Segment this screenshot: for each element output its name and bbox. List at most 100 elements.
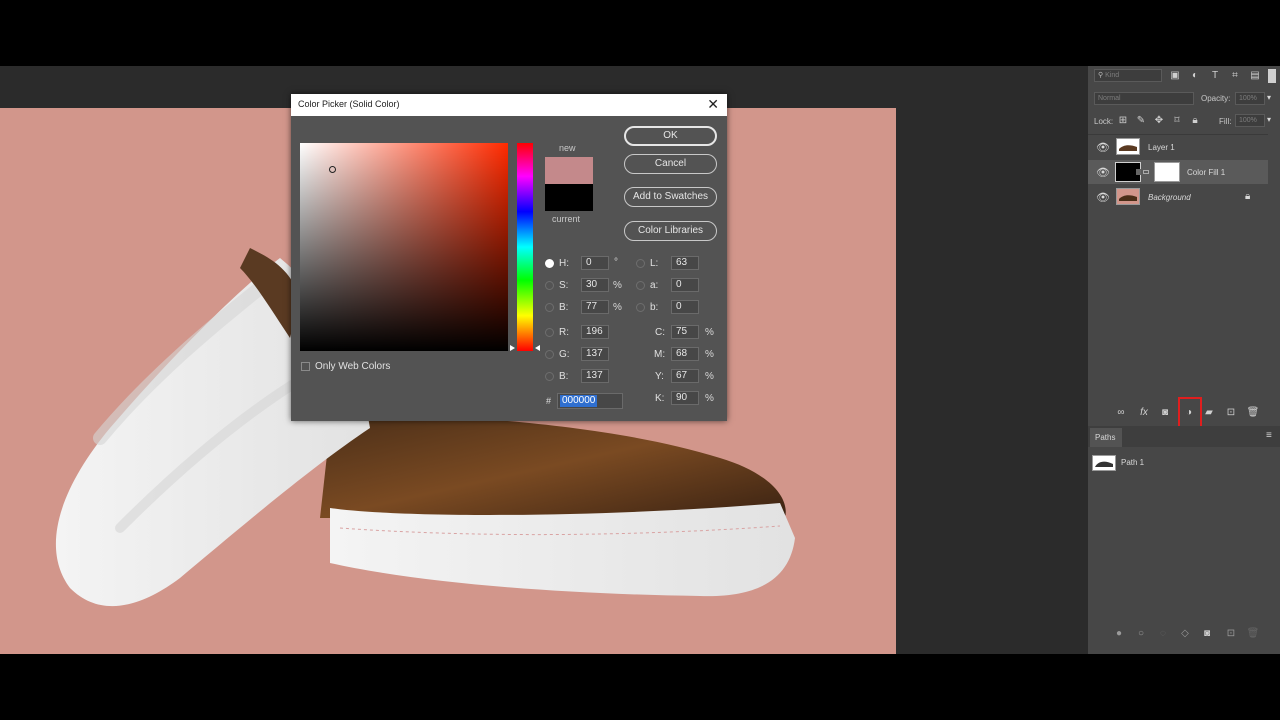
tab-paths[interactable]: Paths <box>1090 428 1122 447</box>
add-to-swatches-button[interactable]: Add to Swatches <box>624 187 717 207</box>
green-radio[interactable] <box>545 350 554 359</box>
new-label: new <box>559 143 576 153</box>
c-label: C: <box>655 327 665 338</box>
magenta-field[interactable]: 68 <box>671 347 699 361</box>
cyan-field[interactable]: 75 <box>671 325 699 339</box>
current-color-swatch[interactable] <box>545 184 593 211</box>
link-icon[interactable] <box>1143 170 1149 174</box>
black-field[interactable]: 90 <box>671 391 699 405</box>
a-field[interactable]: 0 <box>671 278 699 292</box>
opacity-label: Opacity: <box>1201 94 1231 103</box>
hue-radio[interactable] <box>545 259 554 268</box>
opacity-field[interactable]: 100% <box>1235 92 1265 105</box>
blue-radio[interactable] <box>545 372 554 381</box>
blue-field[interactable]: 137 <box>581 369 609 383</box>
percent-unit: % <box>613 280 622 291</box>
new-layer-icon[interactable]: ⊡ <box>1224 406 1238 420</box>
lightness-field[interactable]: 63 <box>671 256 699 270</box>
a-radio[interactable] <box>636 281 645 290</box>
fill-dropdown-icon[interactable]: ▾ <box>1267 115 1271 124</box>
shape-filter-icon[interactable]: ⌗ <box>1228 69 1242 83</box>
make-work-path-icon[interactable]: ◇ <box>1178 627 1192 641</box>
g-label: G: <box>559 349 570 360</box>
percent-unit: % <box>705 349 714 360</box>
layer-thumbnail <box>1116 188 1140 205</box>
lock-all-icon[interactable]: 🔒︎ <box>1188 114 1202 128</box>
layer-name: Background <box>1148 193 1191 202</box>
visibility-eye-icon[interactable]: 👁︎ <box>1096 191 1110 204</box>
cancel-button[interactable]: Cancel <box>624 154 717 174</box>
hue-slider-right-arrow[interactable] <box>535 345 540 351</box>
lock-image-icon[interactable]: ✎ <box>1134 114 1148 128</box>
only-web-colors-checkbox[interactable] <box>301 362 310 371</box>
fill-field[interactable]: 100% <box>1235 114 1265 127</box>
percent-unit: % <box>705 327 714 338</box>
fill-label: Fill: <box>1219 117 1232 126</box>
lock-transparent-icon[interactable]: ⊞ <box>1116 114 1130 128</box>
smart-object-filter-icon[interactable]: ▤ <box>1248 69 1262 83</box>
visibility-eye-icon[interactable]: 👁︎ <box>1096 141 1110 154</box>
lock-icon: 🔒︎ <box>1245 191 1251 202</box>
saturation-field[interactable]: 30 <box>581 278 609 292</box>
yellow-field[interactable]: 67 <box>671 369 699 383</box>
saturation-radio[interactable] <box>545 281 554 290</box>
hue-slider[interactable] <box>517 143 533 351</box>
add-mask-path-icon[interactable]: ◙ <box>1200 627 1214 641</box>
lock-artboard-icon[interactable]: ⌑ <box>1170 114 1184 128</box>
close-icon[interactable]: ✕ <box>707 97 719 111</box>
pixel-filter-icon[interactable]: ▣ <box>1168 69 1182 83</box>
add-mask-icon[interactable]: ◙ <box>1158 406 1172 420</box>
b-label: B: <box>559 302 569 313</box>
blue-label: B: <box>559 371 569 382</box>
h-label: H: <box>559 258 569 269</box>
red-field[interactable]: 196 <box>581 325 609 339</box>
path-row[interactable]: Path 1 <box>1088 452 1268 474</box>
new-path-icon[interactable]: ⊡ <box>1224 627 1238 641</box>
layer-row-background[interactable]: 👁︎ Background 🔒︎ <box>1088 185 1268 209</box>
green-field[interactable]: 137 <box>581 347 609 361</box>
panel-menu-icon[interactable]: ≡ <box>1266 430 1272 441</box>
lightness-radio[interactable] <box>636 259 645 268</box>
fill-color-thumbnail[interactable] <box>1115 162 1141 182</box>
lock-position-icon[interactable]: ✥ <box>1152 114 1166 128</box>
opacity-dropdown-icon[interactable]: ▾ <box>1267 93 1271 102</box>
color-libraries-button[interactable]: Color Libraries <box>624 221 717 241</box>
search-icon: ⚲ <box>1098 72 1104 79</box>
ok-button[interactable]: OK <box>624 126 717 146</box>
degree-unit: ° <box>614 257 618 268</box>
layer-filter-search[interactable]: ⚲ Kind <box>1094 69 1162 82</box>
link-layers-icon[interactable]: ∞ <box>1114 406 1128 420</box>
filter-toggle[interactable] <box>1268 69 1276 83</box>
visibility-eye-icon[interactable]: 👁︎ <box>1096 166 1110 179</box>
color-picker-dialog: Color Picker (Solid Color) ✕ new current… <box>291 94 727 421</box>
load-selection-icon[interactable]: ◌ <box>1156 627 1170 641</box>
hue-slider-left-arrow[interactable] <box>510 345 515 351</box>
layer-row-layer-1[interactable]: 👁︎ Layer 1 <box>1088 135 1268 159</box>
delete-path-icon[interactable]: 🗑︎ <box>1246 627 1260 641</box>
l-label: L: <box>650 258 659 269</box>
color-field[interactable] <box>300 143 508 351</box>
brightness-radio[interactable] <box>545 303 554 312</box>
only-web-colors-label: Only Web Colors <box>315 361 391 372</box>
fx-icon[interactable]: fx <box>1137 406 1151 420</box>
layer-row-color-fill-1[interactable]: 👁︎ Color Fill 1 <box>1088 160 1268 184</box>
new-adjustment-layer-icon[interactable]: ◑ <box>1182 406 1196 420</box>
layer-mask-thumbnail[interactable] <box>1154 162 1180 182</box>
path-thumbnail <box>1092 455 1116 471</box>
stroke-path-icon[interactable]: ○ <box>1134 627 1148 641</box>
lab-b-field[interactable]: 0 <box>671 300 699 314</box>
percent-unit: % <box>705 371 714 382</box>
fill-path-icon[interactable]: ● <box>1112 627 1126 641</box>
hex-field[interactable]: 000000 <box>557 393 623 409</box>
type-filter-icon[interactable]: T <box>1208 69 1222 83</box>
layer-name: Layer 1 <box>1148 143 1175 152</box>
lab-b-radio[interactable] <box>636 303 645 312</box>
delete-layer-icon[interactable]: 🗑︎ <box>1246 406 1260 420</box>
adjustment-filter-icon[interactable]: ◐ <box>1188 69 1202 83</box>
brightness-field[interactable]: 77 <box>581 300 609 314</box>
new-group-icon[interactable]: ▰ <box>1202 406 1216 420</box>
red-radio[interactable] <box>545 328 554 337</box>
color-field-cursor[interactable] <box>329 166 336 173</box>
hue-field[interactable]: 0 <box>581 256 609 270</box>
blend-mode-select[interactable]: Normal <box>1094 92 1194 105</box>
